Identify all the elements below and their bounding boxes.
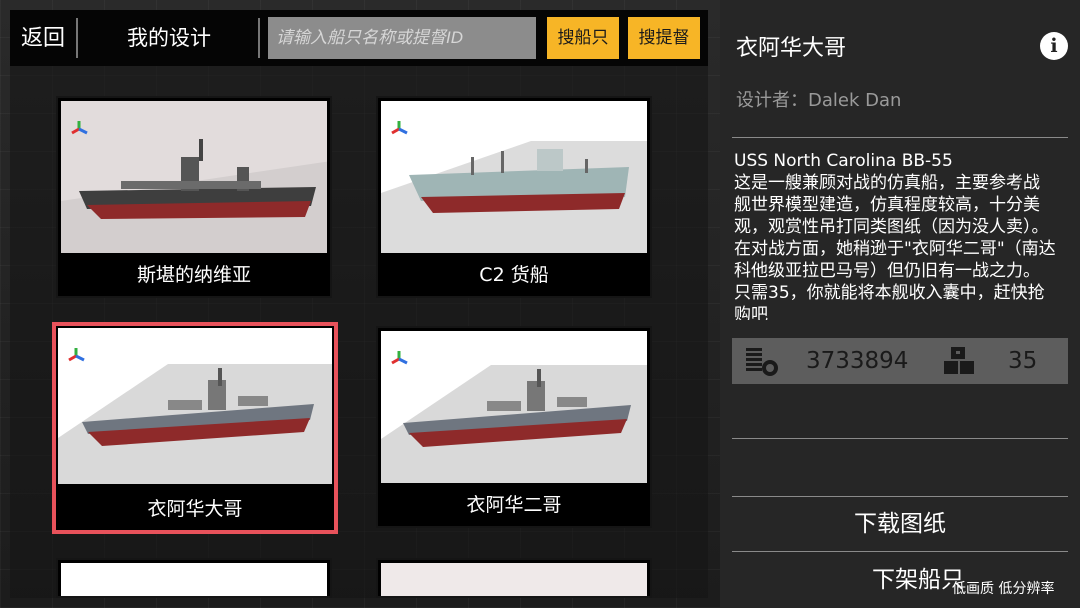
ship-thumbnail xyxy=(381,101,647,253)
detail-panel: 衣阿华大哥 i 设计者：Dalek Dan USS North Carolina… xyxy=(720,0,1080,608)
ship-card-scandinavia[interactable]: 斯堪的纳维亚 xyxy=(56,96,332,298)
ship-card-label: 衣阿华大哥 xyxy=(147,498,243,520)
axis-gizmo-icon xyxy=(391,351,408,365)
design-list-panel: 返回 我的设计 搜船只 搜提督 斯堪的纳维亚 xyxy=(10,10,708,598)
crates-icon xyxy=(944,347,974,374)
ship-thumbnail xyxy=(61,563,327,596)
cost-value: 3733894 xyxy=(806,348,909,374)
divider xyxy=(732,551,1068,552)
ship-title: 衣阿华大哥 xyxy=(736,36,847,61)
price-value: 35 xyxy=(1008,348,1038,374)
coin-stack-icon xyxy=(746,348,778,376)
ship-card-label: 斯堪的纳维亚 xyxy=(136,264,251,286)
ship-description[interactable]: USS North Carolina BB-55 这是一艘兼顾对战的仿真船，主要… xyxy=(734,150,1056,320)
search-admiral-button[interactable]: 搜提督 xyxy=(628,17,700,59)
axis-gizmo-icon xyxy=(71,121,88,135)
ship-card-label: C2 货船 xyxy=(479,264,549,286)
ship-thumbnail xyxy=(61,101,327,253)
info-icon[interactable]: i xyxy=(1040,32,1068,60)
divider xyxy=(732,137,1068,138)
ship-card-iowa-1[interactable]: 衣阿华大哥 xyxy=(52,322,338,534)
ship-thumbnail xyxy=(381,563,647,596)
divider xyxy=(732,438,1068,439)
top-bar: 返回 我的设计 搜船只 搜提督 xyxy=(10,10,708,66)
axis-gizmo-icon xyxy=(68,348,85,362)
ship-card-partial[interactable] xyxy=(56,558,332,598)
ship-card-partial[interactable] xyxy=(376,558,652,598)
ship-card-iowa-2[interactable]: 衣阿华二哥 xyxy=(376,326,652,528)
ship-thumbnail xyxy=(381,331,647,483)
axis-gizmo-icon xyxy=(391,121,408,135)
ship-thumbnail xyxy=(58,328,332,484)
ship-card-label: 衣阿华二哥 xyxy=(466,494,562,516)
back-button[interactable]: 返回 xyxy=(10,18,78,58)
ship-card-c2-cargo[interactable]: C2 货船 xyxy=(376,96,652,298)
search-input[interactable] xyxy=(268,17,536,59)
my-designs-tab[interactable]: 我的设计 xyxy=(80,18,260,58)
stats-bar: 3733894 35 xyxy=(732,338,1068,384)
designer-label: 设计者：Dalek Dan xyxy=(736,90,902,111)
quality-settings-label[interactable]: 低画质 低分辨率 xyxy=(952,578,1054,598)
download-blueprint-button[interactable]: 下载图纸 xyxy=(732,497,1068,551)
search-ship-button[interactable]: 搜船只 xyxy=(547,17,619,59)
